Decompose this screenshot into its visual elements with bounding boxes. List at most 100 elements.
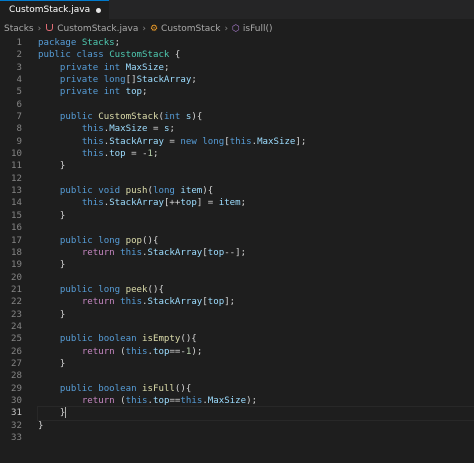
code-line[interactable]: 10 this.top = -1; — [0, 148, 474, 160]
breadcrumb-method[interactable]: ⬡ isFull() — [232, 24, 272, 34]
code-token: this — [125, 346, 148, 357]
code-line[interactable]: 18 return this.StackArray[top--]; — [0, 247, 474, 259]
code-token: this — [81, 149, 104, 160]
java-file-icon — [45, 24, 54, 33]
code-token: top — [125, 87, 143, 98]
code-token: (){ — [142, 235, 159, 246]
code-line[interactable]: 20 — [0, 272, 474, 284]
line-number: 8 — [16, 124, 22, 135]
line-number: 1 — [16, 38, 22, 48]
line-number: 12 — [11, 173, 22, 184]
code-line[interactable]: 4 private long[]StackArray; — [0, 74, 474, 86]
code-text: public long pop(){ — [38, 235, 474, 247]
code-token: public boolean — [59, 334, 143, 345]
code-token: public long — [59, 235, 126, 246]
code-token: == — [169, 395, 181, 406]
code-token: ; — [169, 124, 175, 135]
code-editor[interactable]: 1 package Stacks; 2 public class CustomStac… — [0, 37, 474, 444]
code-token: public long — [59, 284, 126, 295]
code-token: private int — [59, 87, 126, 98]
code-line[interactable]: 25 public boolean isEmpty(){ — [0, 333, 474, 345]
code-token: item — [180, 186, 203, 197]
code-line[interactable]: 1 package Stacks; — [0, 37, 474, 49]
code-line[interactable]: 30 return (this.top==this.MaxSize); — [0, 395, 474, 407]
code-token: ; — [114, 38, 121, 48]
code-text: private int MaxSize; — [38, 62, 474, 74]
line-number: 6 — [16, 99, 22, 110]
code-line[interactable]: 27 } — [0, 358, 474, 370]
code-line[interactable]: 6 — [0, 99, 474, 111]
code-line[interactable]: 29 public boolean isFull(){ — [0, 383, 474, 395]
line-number: 31 — [11, 408, 22, 419]
code-line[interactable]: 31 } — [0, 406, 474, 421]
chevron-right-icon: › — [142, 23, 146, 34]
code-token: } — [38, 408, 66, 419]
breadcrumb-file[interactable]: CustomStack.java — [45, 24, 138, 34]
code-token: ); — [191, 346, 203, 357]
code-token: = - — [125, 149, 148, 160]
code-token: ; — [191, 75, 197, 86]
code-token: top — [180, 198, 197, 209]
breadcrumb-file-label: CustomStack.java — [57, 23, 139, 34]
code-line[interactable]: 32} — [0, 420, 474, 432]
code-token: this — [120, 297, 143, 308]
tab-customstack-java[interactable]: CustomStack.java — [0, 0, 110, 19]
code-token: this — [81, 136, 104, 147]
code-token: ; — [240, 198, 247, 209]
code-line[interactable]: 33 — [0, 432, 474, 444]
code-token: item — [218, 198, 241, 209]
code-token: public void — [59, 186, 126, 197]
code-text: public long peek(){ — [38, 284, 474, 296]
code-line[interactable]: 2 public class CustomStack { — [0, 49, 474, 61]
breadcrumb-folder[interactable]: Stacks — [4, 24, 34, 34]
code-token: } — [38, 420, 44, 431]
code-line[interactable]: 22 return this.StackArray[top]; — [0, 296, 474, 308]
code-line[interactable]: 28 — [0, 370, 474, 382]
code-line[interactable]: 9 this.StackArray = new long[this.MaxSiz… — [0, 136, 474, 148]
class-symbol-icon: ⚙ — [149, 23, 159, 34]
line-number: 19 — [11, 260, 22, 271]
code-token: private int — [59, 62, 126, 73]
code-token: public class — [38, 50, 110, 61]
code-line[interactable]: 8 this.MaxSize = s; — [0, 123, 474, 135]
code-token: private long — [59, 75, 126, 86]
code-line[interactable]: 19 } — [0, 259, 474, 271]
code-line[interactable]: 14 this.StackArray[++top] = item; — [0, 197, 474, 209]
code-token: CustomStack — [109, 50, 170, 61]
code-token: top — [109, 149, 126, 160]
code-token: ); — [246, 395, 258, 406]
code-text: return (this.top==this.MaxSize); — [38, 395, 474, 407]
code-line[interactable]: 26 return (this.top==-1); — [0, 346, 474, 358]
code-line[interactable]: 24 — [0, 321, 474, 333]
code-line[interactable]: 23 } — [0, 309, 474, 321]
line-number: 14 — [11, 198, 22, 209]
code-line[interactable]: 16 — [0, 222, 474, 234]
code-line[interactable]: 21 public long peek(){ — [0, 284, 474, 296]
code-line[interactable]: 13 public void push(long item){ — [0, 185, 474, 197]
code-line[interactable]: 5 private int top; — [0, 86, 474, 98]
line-number: 30 — [11, 395, 22, 406]
code-text: public class CustomStack { — [38, 49, 474, 61]
code-token: StackArray — [109, 198, 164, 209]
code-line[interactable]: 15 } — [0, 210, 474, 222]
code-text: this.StackArray = new long[this.MaxSize]… — [38, 136, 474, 148]
code-text: this.MaxSize = s; — [38, 123, 474, 135]
unsaved-dot-icon[interactable] — [96, 7, 102, 13]
code-line[interactable]: 7 public CustomStack(int s){ — [0, 111, 474, 123]
code-line[interactable]: 17 public long pop(){ — [0, 235, 474, 247]
code-token: = — [147, 124, 164, 135]
code-token: ]; — [295, 136, 307, 147]
breadcrumb-class[interactable]: ⚙ CustomStack — [150, 24, 220, 34]
code-text: this.StackArray[++top] = item; — [38, 197, 474, 209]
code-text: } — [38, 160, 474, 172]
code-line[interactable]: 11 } — [0, 160, 474, 172]
code-token: } — [38, 161, 66, 172]
code-line[interactable]: 12 — [0, 173, 474, 185]
code-line[interactable]: 3 private int MaxSize; — [0, 62, 474, 74]
